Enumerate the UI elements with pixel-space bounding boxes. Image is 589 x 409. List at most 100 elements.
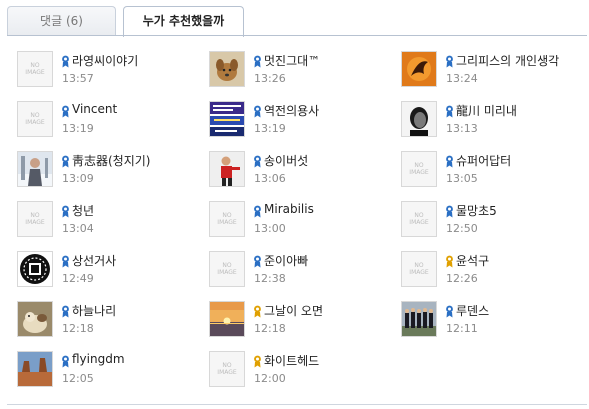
no-image-text: IMAGE	[217, 369, 237, 376]
blue-medal-icon	[61, 155, 70, 168]
recommender-item: NO IMAGE 화이트헤드 12:00	[209, 351, 399, 391]
recommend-time: 13:00	[254, 222, 286, 235]
blue-medal-icon	[61, 255, 70, 268]
recommender-item: 그날이 오면 12:18	[209, 301, 399, 341]
blue-medal-icon	[445, 55, 454, 68]
recommender-item: NO IMAGE Vincent 13:19	[17, 101, 207, 141]
gold-medal-icon	[253, 305, 262, 318]
no-image-placeholder[interactable]: NO IMAGE	[401, 151, 437, 187]
no-image-text: NO	[30, 212, 40, 219]
user-avatar[interactable]	[17, 301, 53, 337]
no-image-text: IMAGE	[217, 269, 237, 276]
no-image-placeholder[interactable]: NO IMAGE	[401, 201, 437, 237]
recommender-item: NO IMAGE 윤석구 12:26	[401, 251, 589, 291]
recommend-time: 12:11	[446, 322, 478, 335]
blue-medal-icon	[253, 105, 262, 118]
user-nickname-link[interactable]: 그리피스의 개인생각	[456, 52, 559, 69]
user-avatar[interactable]	[17, 351, 53, 387]
user-nickname-link[interactable]: 하늘나리	[72, 302, 116, 319]
user-nickname-link[interactable]: 그날이 오면	[264, 302, 323, 319]
recommend-time: 12:49	[62, 272, 94, 285]
recommend-time: 12:18	[62, 322, 94, 335]
recommender-item: 龍川 미리내 13:13	[401, 101, 589, 141]
user-nickname-link[interactable]: 청년	[72, 202, 94, 219]
recommend-time: 12:18	[254, 322, 286, 335]
tab-comments[interactable]: 댓글 (6)	[7, 6, 116, 36]
user-nickname-link[interactable]: 윤석구	[456, 252, 489, 269]
blue-medal-icon	[61, 55, 70, 68]
recommender-item: 송이버섯 13:06	[209, 151, 399, 191]
user-nickname-link[interactable]: Mirabilis	[264, 202, 314, 216]
user-nickname-link[interactable]: 龍川 미리내	[456, 102, 517, 119]
no-image-placeholder[interactable]: NO IMAGE	[17, 51, 53, 87]
recommend-time: 13:04	[62, 222, 94, 235]
tab-recommenders[interactable]: 누가 추천했을까	[123, 6, 244, 37]
recommender-item: 루덴스 12:11	[401, 301, 589, 341]
recommender-item: NO IMAGE 라영씨이야기 13:57	[17, 51, 207, 91]
user-avatar[interactable]	[401, 51, 437, 87]
user-nickname-link[interactable]: 슈퍼어답터	[456, 152, 511, 169]
no-image-placeholder[interactable]: NO IMAGE	[209, 351, 245, 387]
recommend-time: 13:57	[62, 72, 94, 85]
recommender-item: 靑志器(청지기) 13:09	[17, 151, 207, 191]
user-nickname-link[interactable]: 멋진그대™	[264, 52, 320, 69]
user-nickname-link[interactable]: flyingdm	[72, 352, 125, 366]
recommend-time: 13:24	[446, 72, 478, 85]
user-avatar[interactable]	[17, 151, 53, 187]
recommender-item: NO IMAGE 물망초5 12:50	[401, 201, 589, 241]
user-avatar[interactable]	[401, 301, 437, 337]
recommender-item: 그리피스의 개인생각 13:24	[401, 51, 589, 91]
recommend-time: 13:13	[446, 122, 478, 135]
blue-medal-icon	[445, 105, 454, 118]
blue-medal-icon	[445, 205, 454, 218]
gold-medal-icon	[445, 255, 454, 268]
recommender-item: NO IMAGE 준이아빠 12:38	[209, 251, 399, 291]
user-nickname-link[interactable]: 靑志器(청지기)	[72, 152, 150, 169]
user-avatar[interactable]	[209, 151, 245, 187]
no-image-text: NO	[30, 112, 40, 119]
gold-medal-icon	[253, 355, 262, 368]
no-image-text: IMAGE	[25, 219, 45, 226]
no-image-placeholder[interactable]: NO IMAGE	[17, 101, 53, 137]
tab-underline	[7, 35, 587, 36]
blue-medal-icon	[445, 155, 454, 168]
recommend-time: 12:50	[446, 222, 478, 235]
user-avatar[interactable]	[209, 51, 245, 87]
blue-medal-icon	[61, 355, 70, 368]
no-image-text: IMAGE	[25, 69, 45, 76]
user-avatar[interactable]	[209, 301, 245, 337]
user-nickname-link[interactable]: 라영씨이야기	[72, 52, 138, 69]
user-nickname-link[interactable]: 물망초5	[456, 202, 497, 219]
user-nickname-link[interactable]: 상선거사	[72, 252, 116, 269]
recommend-time: 13:09	[62, 172, 94, 185]
recommender-item: NO IMAGE 청년 13:04	[17, 201, 207, 241]
recommend-time: 13:05	[446, 172, 478, 185]
no-image-text: NO	[222, 212, 232, 219]
user-avatar[interactable]	[209, 101, 245, 137]
blue-medal-icon	[61, 205, 70, 218]
no-image-placeholder[interactable]: NO IMAGE	[401, 251, 437, 287]
user-nickname-link[interactable]: Vincent	[72, 102, 117, 116]
no-image-text: IMAGE	[409, 269, 429, 276]
no-image-placeholder[interactable]: NO IMAGE	[17, 201, 53, 237]
user-nickname-link[interactable]: 역전의용사	[264, 102, 319, 119]
user-nickname-link[interactable]: 화이트헤드	[264, 352, 319, 369]
user-nickname-link[interactable]: 루덴스	[456, 302, 489, 319]
recommend-time: 12:26	[446, 272, 478, 285]
no-image-placeholder[interactable]: NO IMAGE	[209, 251, 245, 287]
blue-medal-icon	[253, 205, 262, 218]
recommend-time: 12:38	[254, 272, 286, 285]
recommend-time: 13:19	[254, 122, 286, 135]
no-image-text: IMAGE	[25, 119, 45, 126]
user-avatar[interactable]	[401, 101, 437, 137]
no-image-placeholder[interactable]: NO IMAGE	[209, 201, 245, 237]
user-nickname-link[interactable]: 준이아빠	[264, 252, 308, 269]
list-bottom-divider	[7, 404, 587, 405]
no-image-text: NO	[222, 262, 232, 269]
user-nickname-link[interactable]: 송이버섯	[264, 152, 308, 169]
recommender-item: 멋진그대™ 13:26	[209, 51, 399, 91]
no-image-text: NO	[222, 362, 232, 369]
user-avatar[interactable]	[17, 251, 53, 287]
no-image-text: NO	[414, 262, 424, 269]
no-image-text: NO	[414, 212, 424, 219]
